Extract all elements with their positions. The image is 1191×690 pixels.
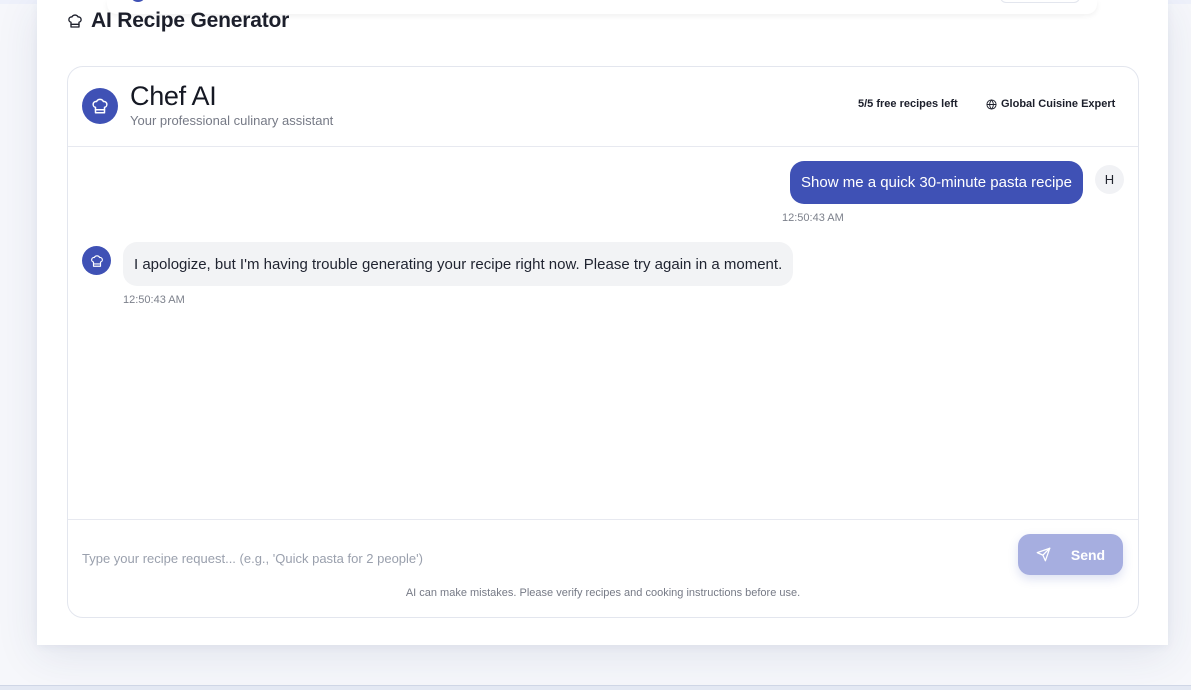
assistant-avatar: [82, 246, 111, 275]
globe-icon: [986, 98, 997, 110]
chat-header: Chef AI Your professional culinary assis…: [68, 67, 1138, 147]
nav-button[interactable]: [1000, 0, 1080, 3]
app-title: AI Recipe Generator: [91, 9, 290, 32]
chat-panel: Chef AI Your professional culinary assis…: [67, 66, 1139, 618]
disclaimer: AI can make mistakes. Please verify reci…: [405, 587, 801, 599]
assistant-message-time: 12:50:43 AM: [123, 294, 185, 306]
user-message: Show me a quick 30-minute pasta recipe: [790, 161, 1083, 204]
send-button[interactable]: Send: [1018, 534, 1123, 575]
free-recipes-counter: 5/5 free recipes left: [858, 98, 958, 110]
expertise-badge: Global Cuisine Expert: [986, 98, 1115, 110]
expertise-label: Global Cuisine Expert: [1001, 98, 1116, 110]
user-avatar: H: [1095, 165, 1124, 194]
assistant-subtitle: Your professional culinary assistant: [130, 113, 334, 128]
chef-hat-icon: [92, 98, 108, 114]
chef-hat-icon: [90, 254, 103, 267]
chef-avatar: [82, 88, 118, 124]
chef-hat-icon: [67, 13, 83, 29]
user-message-time: 12:50:43 AM: [782, 212, 844, 224]
message-list[interactable]: Show me a quick 30-minute pasta recipe H…: [68, 147, 1138, 519]
page-title: AI Recipe Generator: [67, 9, 289, 33]
composer: Send AI can make mistakes. Please verify…: [68, 519, 1138, 617]
assistant-message: I apologize, but I'm having trouble gene…: [123, 242, 794, 286]
send-icon: [1036, 547, 1051, 562]
send-label: Send: [1070, 546, 1106, 563]
assistant-name: Chef AI: [130, 81, 217, 111]
bottom-strip: [0, 685, 1191, 690]
recipe-request-input[interactable]: [82, 546, 982, 570]
